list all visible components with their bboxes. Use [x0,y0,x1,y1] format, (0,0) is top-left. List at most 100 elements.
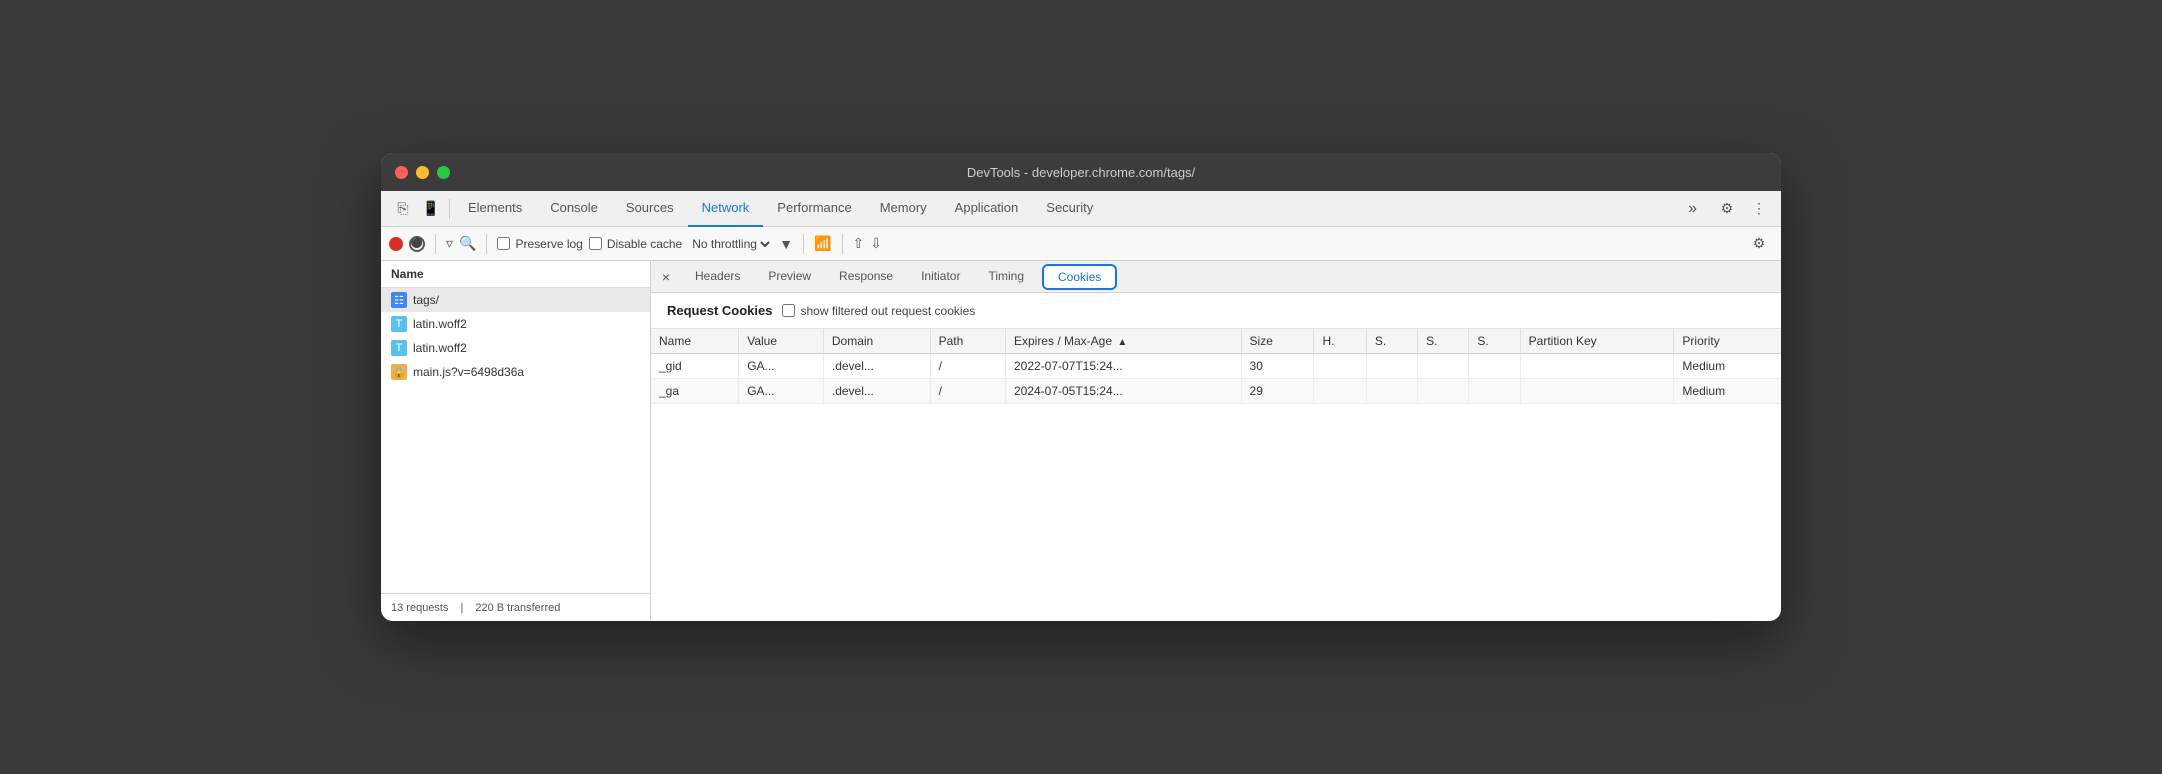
close-button[interactable] [395,166,408,179]
preserve-log-checkbox[interactable] [497,237,510,250]
preserve-log-label[interactable]: Preserve log [497,237,582,251]
panel-tab-cookies[interactable]: Cookies [1042,264,1117,290]
cursor-icon[interactable]: ⎘ [389,195,417,223]
cell-s2 [1418,354,1469,379]
col-h[interactable]: H. [1314,329,1366,354]
tab-console[interactable]: Console [536,191,612,227]
device-icon[interactable]: 📱 [417,195,445,223]
cell-h [1314,354,1366,379]
panel-tab-timing[interactable]: Timing [974,261,1038,293]
title-bar: DevTools - developer.chrome.com/tags/ [381,153,1781,191]
col-priority[interactable]: Priority [1674,329,1781,354]
maximize-button[interactable] [437,166,450,179]
divider [449,199,450,219]
doc-icon: ☷ [391,292,407,308]
disable-cache-label[interactable]: Disable cache [589,237,682,251]
cell-partition-key [1520,354,1674,379]
col-partition-key[interactable]: Partition Key [1520,329,1674,354]
devtools-window: DevTools - developer.chrome.com/tags/ ⎘ … [381,153,1781,621]
sidebar-item-latin1[interactable]: T latin.woff2 [381,312,650,336]
panel-tab-response[interactable]: Response [825,261,907,293]
col-name[interactable]: Name [651,329,739,354]
sidebar: Name ☷ tags/ T latin.woff2 T latin.woff2… [381,261,651,621]
cell-priority: Medium [1674,354,1781,379]
table-row[interactable]: _ga GA... .devel... / 2024-07-05T15:24..… [651,379,1781,404]
cell-expires: 2022-07-07T15:24... [1005,354,1241,379]
filter-icon[interactable]: ▿ [446,235,453,252]
cookies-data-table: Name Value Domain Path Expires / Max-Age… [651,329,1781,404]
cookies-header: Request Cookies show filtered out reques… [651,293,1781,329]
main-content: Name ☷ tags/ T latin.woff2 T latin.woff2… [381,261,1781,621]
tab-elements[interactable]: Elements [454,191,536,227]
panel-tab-preview[interactable]: Preview [754,261,825,293]
cell-priority: Medium [1674,379,1781,404]
divider [842,234,843,254]
cookies-table: Name Value Domain Path Expires / Max-Age… [651,329,1781,621]
show-filtered-label[interactable]: show filtered out request cookies [782,304,975,318]
cell-s1 [1366,354,1417,379]
transferred-size: 220 B transferred [475,602,560,614]
cell-size: 29 [1241,379,1314,404]
font-icon-blue2: T [391,340,407,356]
panel-tab-initiator[interactable]: Initiator [907,261,974,293]
wifi-icon: 📶 [814,235,831,252]
col-s2[interactable]: S. [1418,329,1469,354]
divider [803,234,804,254]
more-options-icon[interactable]: ⋮ [1745,195,1773,223]
cell-path: / [930,354,1005,379]
devtools-tabs: ⎘ 📱 Elements Console Sources Network Per… [381,191,1781,227]
settings-icon[interactable]: ⚙ [1713,195,1741,223]
col-value[interactable]: Value [739,329,824,354]
network-toolbar: ⚫ ▿ 🔍 Preserve log Disable cache No thro… [381,227,1781,261]
sidebar-item-latin2[interactable]: T latin.woff2 [381,336,650,360]
tab-memory[interactable]: Memory [866,191,941,227]
throttle-arrow-icon[interactable]: ▼ [779,236,793,252]
upload-icon[interactable]: ⇧ [853,235,865,252]
font-icon-blue: T [391,316,407,332]
more-tabs-icon[interactable]: » [1680,200,1705,218]
col-domain[interactable]: Domain [823,329,930,354]
divider [486,234,487,254]
sidebar-header: Name [381,261,650,288]
col-expires[interactable]: Expires / Max-Age ▲ [1005,329,1241,354]
tab-performance[interactable]: Performance [763,191,865,227]
tab-sources[interactable]: Sources [612,191,688,227]
cell-name: _gid [651,354,739,379]
divider [435,234,436,254]
panel-tab-headers[interactable]: Headers [681,261,754,293]
cell-value: GA... [739,379,824,404]
cell-h [1314,379,1366,404]
cell-expires: 2024-07-05T15:24... [1005,379,1241,404]
table-header-row: Name Value Domain Path Expires / Max-Age… [651,329,1781,354]
minimize-button[interactable] [416,166,429,179]
record-button[interactable] [389,237,403,251]
col-path[interactable]: Path [930,329,1005,354]
search-icon[interactable]: 🔍 [459,235,476,252]
panel-tabs: × Headers Preview Response Initiator Tim… [651,261,1781,293]
table-row[interactable]: _gid GA... .devel... / 2022-07-07T15:24.… [651,354,1781,379]
col-size[interactable]: Size [1241,329,1314,354]
right-panel: × Headers Preview Response Initiator Tim… [651,261,1781,621]
window-title: DevTools - developer.chrome.com/tags/ [967,165,1195,180]
network-settings-icon[interactable]: ⚙ [1745,230,1773,258]
cell-name: _ga [651,379,739,404]
block-icon[interactable]: ⚫ [409,236,425,252]
tab-security[interactable]: Security [1032,191,1107,227]
sidebar-item-mainjs[interactable]: 🔒 main.js?v=6498d36a [381,360,650,384]
disable-cache-checkbox[interactable] [589,237,602,250]
traffic-lights [395,166,450,179]
download-icon[interactable]: ⇩ [870,235,882,252]
cell-size: 30 [1241,354,1314,379]
cookies-panel: Request Cookies show filtered out reques… [651,293,1781,621]
tab-network[interactable]: Network [688,191,764,227]
show-filtered-checkbox[interactable] [782,304,795,317]
cell-s3 [1469,354,1520,379]
cell-value: GA... [739,354,824,379]
throttle-select[interactable]: No throttling [688,236,773,252]
sidebar-item-tags[interactable]: ☷ tags/ [381,288,650,312]
close-panel-icon[interactable]: × [651,269,681,285]
col-s3[interactable]: S. [1469,329,1520,354]
tab-application[interactable]: Application [941,191,1033,227]
col-s1[interactable]: S. [1366,329,1417,354]
divider-pipe: | [460,602,463,614]
